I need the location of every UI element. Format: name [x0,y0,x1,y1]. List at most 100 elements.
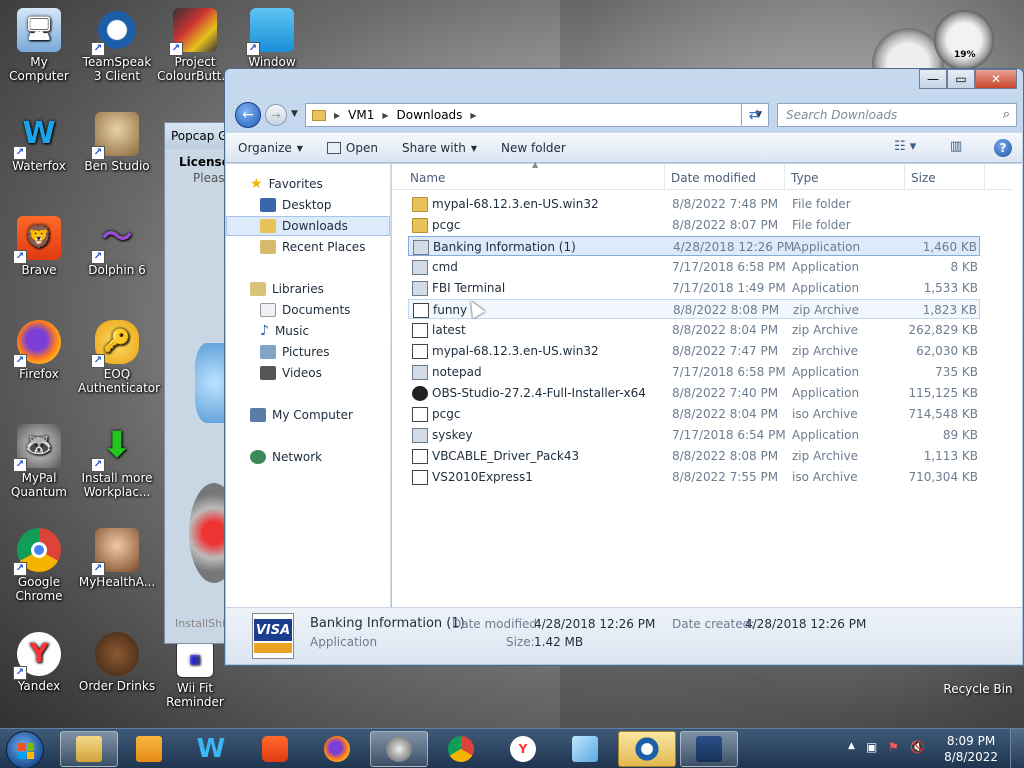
show-desktop-button[interactable] [1010,729,1024,768]
taskbar-app[interactable] [556,731,614,767]
desktop-icon-firefox[interactable]: ↗ Firefox [0,320,78,381]
view-options-icon[interactable]: ☷ ▾ [894,139,916,154]
volume-muted-icon[interactable]: 🔇 [910,740,925,754]
network-tray-icon[interactable]: ▣ [866,740,877,754]
app-icon [572,736,598,762]
file-name: mypal-68.12.3.en-US.win32 [432,197,599,211]
taskbar-media-player[interactable] [120,731,178,767]
file-type: zip Archive [792,449,858,463]
new-folder-button[interactable]: New folder [489,141,578,155]
desktop-icon-dolphin[interactable]: 〜 ↗ Dolphin 6 [78,216,156,278]
taskbar-installer[interactable] [680,731,738,767]
share-with-button[interactable]: Share with ▼ [390,141,489,155]
popcap-installer-window[interactable]: Popcap Ga License Please InstallShie [164,122,239,644]
recent-pages-dropdown[interactable]: ▼ [291,109,298,119]
organize-button[interactable]: Organize ▼ [226,141,315,155]
column-name[interactable]: Name [410,171,445,185]
taskbar-brave[interactable] [246,731,304,767]
desktop-icon-myhealth[interactable]: ↗ MyHealthA... [78,528,156,589]
file-row[interactable]: funny 8/8/2022 8:08 PM zip Archive 1,823 KB [408,299,980,319]
file-row[interactable]: Banking Information (1) 4/28/2018 12:26 P… [408,236,980,256]
taskbar-chrome[interactable] [432,731,490,767]
file-size: 714,548 KB [908,407,978,421]
file-row[interactable]: FBI Terminal 7/17/2018 1:49 PM Application… [408,278,980,298]
waterfox-icon: W [196,734,226,764]
file-row[interactable]: VBCABLE_Driver_Pack43 8/8/2022 8:08 PM zip… [408,446,980,466]
open-button[interactable]: Open [315,141,390,155]
file-row[interactable]: pcgc 8/8/2022 8:07 PM File folder [408,215,980,235]
nav-network[interactable]: Network [226,447,390,467]
help-icon[interactable]: ? [994,139,1012,157]
taskbar-yandex[interactable]: Y [494,731,552,767]
file-row[interactable]: cmd 7/17/2018 6:58 PM Application 8 KB [408,257,980,277]
address-bar[interactable]: ▶ VM1 ▶ Downloads ▶ ▼ [305,103,769,127]
column-size[interactable]: Size [911,171,936,185]
nav-desktop[interactable]: Desktop [226,195,390,215]
maximize-button[interactable]: ▭ [947,69,975,89]
desktop-icon-chrome[interactable]: ↗ Google Chrome [0,528,78,603]
taskbar-teamspeak[interactable] [618,731,676,767]
breadcrumb-separator-icon[interactable]: ▶ [470,111,476,120]
start-button[interactable] [6,731,44,768]
desktop-icon-brave[interactable]: 🦁 ↗ Brave [0,216,78,277]
breadcrumb-downloads[interactable]: Downloads [397,108,463,122]
desktop-icon-teamspeak[interactable]: ↗ TeamSpeak 3 Client [78,8,156,83]
nav-pictures[interactable]: Pictures [226,342,390,362]
desktop-icon-waterfox[interactable]: W ↗ Waterfox [0,112,78,174]
file-row[interactable]: latest 8/8/2022 8:04 PM zip Archive 262,829… [408,320,980,340]
file-size: 62,030 KB [916,344,978,358]
file-row[interactable]: OBS-Studio-27.2.4-Full-Installer-x64 8/8/… [408,383,980,403]
desktop-icon-ben-studio[interactable]: ↗ Ben Studio [78,112,156,173]
file-row[interactable]: mypal-68.12.3.en-US.win32 8/8/2022 7:47 P… [408,341,980,361]
file-type: iso Archive [792,407,858,421]
file-row[interactable]: notepad 7/17/2018 6:58 PM Application 735 K… [408,362,980,382]
desktop-icon-project-colourbutton[interactable]: ↗ Project ColourButt... [156,8,234,83]
show-hidden-icons[interactable]: ▲ [848,741,855,751]
pictures-icon [260,345,276,359]
desktop-icon-my-computer[interactable]: 🖥 My Computer [0,8,78,83]
taskbar-waterfox[interactable]: W [182,731,240,767]
file-row[interactable]: pcgc 8/8/2022 8:04 PM iso Archive 714,548 K… [408,404,980,424]
desktop-icon-wii-fit[interactable]: ▦ Wii Fit Reminder [156,640,234,709]
breadcrumb-vm1[interactable]: VM1 [348,108,374,122]
desktop-icon-order-drinks[interactable]: Order Drinks [78,632,156,693]
taskbar-firefox[interactable] [308,731,366,767]
nav-documents[interactable]: Documents [226,300,390,320]
desktop-icon-eoq[interactable]: 🔑 ↗ EOQ Authenticator [78,320,160,395]
desktop-icon-recycle-bin[interactable]: Recycle Bin [938,664,1018,696]
search-icon[interactable]: ⌕ [1003,107,1010,122]
popcap-please-text: Please [193,171,229,185]
clock[interactable]: 8:09 PM 8/8/2022 [944,733,998,765]
nav-favorites[interactable]: ★ Favorites [226,174,390,194]
action-center-icon[interactable]: ⚑ [888,740,899,754]
file-row[interactable]: syskey 7/17/2018 6:54 PM Application 89 KB [408,425,980,445]
taskbar-explorer[interactable] [60,731,118,767]
desktop-icon-yandex[interactable]: Y ↗ Yandex [0,632,78,693]
close-button[interactable]: ✕ [975,69,1017,89]
desktop-icon-install-workplace[interactable]: ⬇ ↗ Install more Workplac... [78,424,156,500]
nav-downloads[interactable]: Downloads [226,216,390,236]
teamspeak-icon [634,736,660,762]
forward-button[interactable]: → [265,104,287,126]
windows-icon: ↗ [246,8,294,56]
file-row[interactable]: mypal-68.12.3.en-US.win32 8/8/2022 7:48 P… [408,194,980,214]
nav-recent-places[interactable]: Recent Places [226,237,390,257]
back-button[interactable]: ← [235,102,261,128]
nav-libraries[interactable]: Libraries [226,279,390,299]
file-row[interactable]: VS2010Express1 8/8/2022 7:55 PM iso Archiv… [408,467,980,487]
nav-my-computer[interactable]: My Computer [226,405,390,425]
breadcrumb-separator-icon[interactable]: ▶ [334,111,340,120]
breadcrumb-separator-icon[interactable]: ▶ [382,111,388,120]
column-date-modified[interactable]: Date modified [671,171,756,185]
taskbar-mypal[interactable] [370,731,428,767]
column-type[interactable]: Type [791,171,819,185]
explorer-window[interactable]: — ▭ ✕ ← → ▼ ▶ VM1 ▶ Downloads ▶ ▼ ⇄ Sear… [224,68,1024,666]
search-input[interactable]: Search Downloads ⌕ [777,103,1017,127]
desktop-icon-mypal[interactable]: 🦝 ↗ MyPal Quantum [0,424,78,499]
minimize-button[interactable]: — [919,69,947,89]
refresh-button[interactable]: ⇄ [741,104,767,126]
preview-pane-icon[interactable]: ▥ [950,139,962,154]
nav-music[interactable]: ♪ Music [226,321,390,341]
nav-videos[interactable]: Videos [226,363,390,383]
desktop-icon-windows[interactable]: ↗ Window [234,8,310,69]
